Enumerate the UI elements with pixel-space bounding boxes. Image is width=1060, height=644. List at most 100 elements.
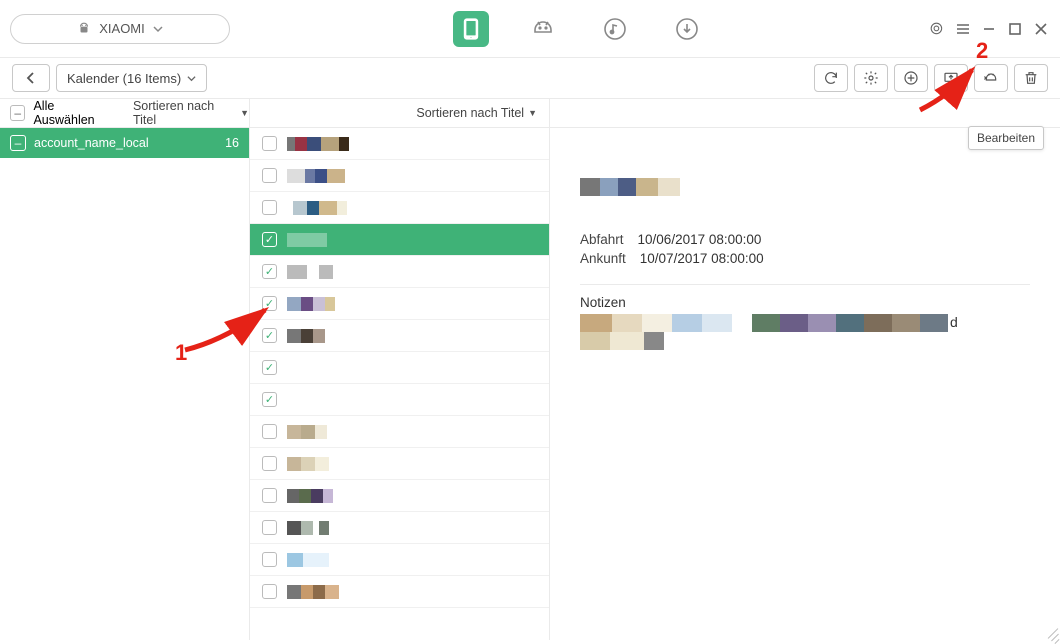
checkbox[interactable] (262, 360, 277, 375)
departure-label: Abfahrt (580, 232, 624, 247)
checkbox[interactable] (262, 264, 277, 279)
list-item[interactable] (250, 224, 549, 256)
chevron-down-icon (153, 24, 163, 34)
sort-items[interactable]: Sortieren nach Titel ▼ (416, 106, 537, 120)
checkbox[interactable] (262, 584, 277, 599)
resize-grip[interactable] (1044, 624, 1058, 638)
list-item[interactable] (250, 128, 549, 160)
list-item[interactable] (250, 576, 549, 608)
item-title (287, 169, 345, 183)
list-item[interactable] (250, 160, 549, 192)
arrival-label: Ankunft (580, 251, 626, 266)
departure-value: 10/06/2017 08:00:00 (638, 232, 762, 247)
checkbox[interactable] (262, 456, 277, 471)
divider (580, 284, 1030, 285)
checkbox[interactable] (262, 392, 277, 407)
detail-departure: Abfahrt 10/06/2017 08:00:00 (580, 232, 1030, 247)
item-title (287, 201, 347, 215)
accounts-column: – account_name_local 16 (0, 128, 250, 640)
item-title (287, 297, 335, 311)
item-title (287, 233, 327, 247)
notes-trailing: d (950, 314, 958, 332)
maximize-button[interactable] (1006, 20, 1024, 38)
tooltip-edit: Bearbeiten (968, 126, 1044, 150)
item-title (287, 489, 333, 503)
caret-down-icon: ▼ (240, 108, 249, 118)
checkbox[interactable] (262, 552, 277, 567)
checkbox[interactable] (262, 488, 277, 503)
list-item[interactable] (250, 352, 549, 384)
top-bar: XIAOMI (0, 0, 1060, 58)
item-title (287, 553, 329, 567)
sort-accounts[interactable]: Sortieren nach Titel ▼ (133, 99, 249, 127)
breadcrumb-dropdown[interactable]: Kalender (16 Items) (56, 64, 207, 92)
delete-button[interactable] (1014, 64, 1048, 92)
breadcrumb-label: Kalender (16 Items) (67, 71, 181, 86)
window-controls (928, 20, 1050, 38)
checkbox[interactable] (262, 424, 277, 439)
caret-down-icon: ▼ (528, 108, 537, 118)
android-icon (77, 22, 91, 36)
checkbox[interactable] (262, 200, 277, 215)
device-name: XIAOMI (99, 21, 145, 36)
list-item[interactable] (250, 192, 549, 224)
menu-icon[interactable] (954, 20, 972, 38)
notes-content: d (580, 314, 1030, 350)
detail-title (580, 178, 680, 196)
item-title (287, 329, 325, 343)
nav-music[interactable] (597, 11, 633, 47)
export-to-pc-button[interactable] (934, 64, 968, 92)
close-button[interactable] (1032, 20, 1050, 38)
item-title (287, 137, 349, 151)
export-to-device-button[interactable] (974, 64, 1008, 92)
list-item[interactable] (250, 448, 549, 480)
item-title (287, 425, 327, 439)
list-item[interactable] (250, 544, 549, 576)
tool-row: Kalender (16 Items) (0, 58, 1060, 98)
checkbox[interactable] (262, 520, 277, 535)
back-button[interactable] (12, 64, 50, 92)
sort-accounts-label: Sortieren nach Titel (133, 99, 236, 127)
item-title (287, 265, 333, 279)
item-title (287, 393, 289, 407)
nav-android[interactable] (525, 11, 561, 47)
collapse-toggle[interactable]: – (10, 105, 25, 121)
search-icon[interactable] (928, 20, 946, 38)
device-selector[interactable]: XIAOMI (10, 14, 230, 44)
checkbox[interactable] (262, 136, 277, 151)
nav-download[interactable] (669, 11, 705, 47)
checkbox[interactable] (262, 232, 277, 247)
account-row[interactable]: – account_name_local 16 (0, 128, 249, 158)
list-item[interactable] (250, 320, 549, 352)
list-item[interactable] (250, 384, 549, 416)
chevron-down-icon (187, 74, 196, 83)
list-item[interactable] (250, 512, 549, 544)
item-title (287, 521, 329, 535)
item-title (287, 585, 339, 599)
account-count: 16 (225, 136, 239, 150)
checkbox[interactable] (262, 296, 277, 311)
checkbox[interactable] (262, 328, 277, 343)
main-area: – account_name_local 16 Abfahrt 10/06/20… (0, 128, 1060, 640)
minimize-button[interactable] (980, 20, 998, 38)
refresh-button[interactable] (814, 64, 848, 92)
top-nav (230, 11, 928, 47)
account-name: account_name_local (34, 136, 149, 150)
checkbox[interactable] (262, 168, 277, 183)
detail-panel: Abfahrt 10/06/2017 08:00:00 Ankunft 10/0… (550, 128, 1060, 640)
select-all-label[interactable]: Alle Auswählen (33, 99, 115, 127)
add-button[interactable] (894, 64, 928, 92)
nav-device[interactable] (453, 11, 489, 47)
notes-label: Notizen (580, 295, 1030, 310)
arrival-value: 10/07/2017 08:00:00 (640, 251, 764, 266)
list-item[interactable] (250, 288, 549, 320)
settings-button[interactable] (854, 64, 888, 92)
list-item[interactable] (250, 416, 549, 448)
filter-row: – Alle Auswählen Sortieren nach Titel ▼ … (0, 98, 1060, 128)
list-item[interactable] (250, 480, 549, 512)
detail-arrival: Ankunft 10/07/2017 08:00:00 (580, 251, 1030, 266)
list-item[interactable] (250, 256, 549, 288)
sort-items-label: Sortieren nach Titel (416, 106, 524, 120)
collapse-toggle[interactable]: – (10, 135, 26, 151)
items-column (250, 128, 550, 640)
